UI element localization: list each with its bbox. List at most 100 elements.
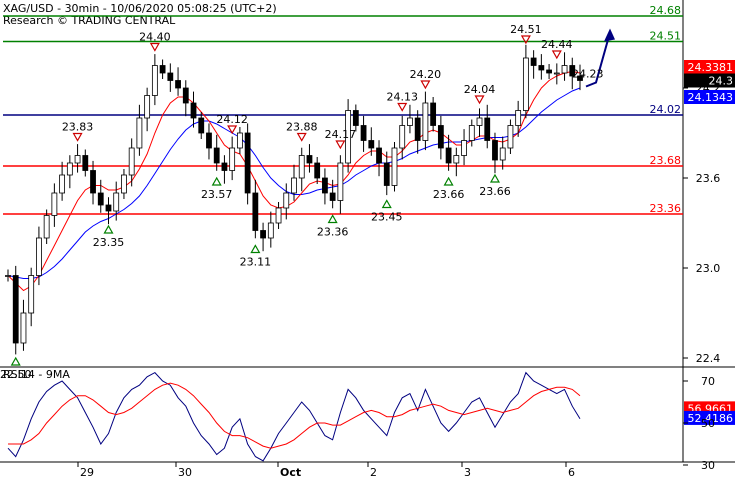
candle-body	[82, 155, 89, 171]
candle-body	[368, 140, 375, 149]
candle-body	[198, 117, 205, 134]
candle-body	[391, 147, 398, 186]
rsi-panel	[0, 368, 683, 460]
value-tag-text: 24.1343	[688, 91, 734, 104]
candle-body	[175, 80, 181, 89]
candle-body	[12, 275, 19, 344]
peak-label: 23.83	[62, 121, 94, 134]
candle-body	[468, 125, 475, 141]
candle-body	[236, 132, 243, 149]
date-label: 29	[80, 466, 94, 479]
candle-body	[561, 65, 568, 74]
candle-body	[59, 174, 66, 194]
trough-label: 22.50	[0, 368, 31, 381]
candle-body	[159, 65, 166, 74]
candle-body	[128, 147, 135, 176]
candle-body	[113, 192, 120, 212]
level-label-24.51: 24.51	[650, 30, 682, 43]
candle-body	[182, 87, 189, 104]
candle-body	[275, 207, 282, 224]
trough-label: 23.36	[317, 226, 349, 239]
candle-body	[206, 132, 212, 149]
candle-body	[144, 95, 151, 119]
trough-label: 23.45	[371, 211, 403, 224]
date-label: 3	[464, 466, 471, 479]
candle-body	[298, 155, 305, 179]
trough-label: 23.57	[201, 188, 233, 201]
peak-label: 24.20	[410, 68, 442, 81]
candle-body	[553, 72, 560, 75]
candle-body	[213, 147, 220, 164]
peak-label: 24.17	[325, 128, 357, 141]
candle-body	[283, 192, 290, 209]
price-axis: 22.423.023.624.2	[683, 82, 720, 365]
candle-body	[151, 65, 158, 96]
candle-body	[383, 162, 390, 186]
candle-body	[530, 57, 537, 66]
price-tick-label: 22.4	[696, 352, 721, 365]
peak-label: 24.51	[510, 23, 542, 36]
candle-body	[51, 192, 58, 216]
candle-body	[260, 230, 266, 239]
candle-body	[121, 174, 127, 194]
candle-body	[244, 132, 251, 194]
level-label-23.68: 23.68	[650, 154, 682, 167]
date-axis: 29 30 Oct 2 3 6	[77, 462, 575, 479]
candle-body	[43, 215, 50, 239]
candle-body	[476, 117, 483, 126]
date-label: 2	[370, 466, 377, 479]
candle-body	[337, 162, 344, 201]
candle-body	[229, 147, 236, 171]
candle-body	[515, 110, 522, 126]
candle-body	[20, 312, 27, 344]
price-tick-label: 23.6	[696, 172, 721, 185]
candle-body	[221, 162, 228, 171]
candle-body	[499, 147, 506, 161]
candle-body	[461, 140, 467, 156]
candle-body	[507, 125, 514, 149]
candle-body	[74, 155, 81, 164]
level-label-23.36: 23.36	[650, 202, 682, 215]
level-label-24.68: 24.68	[650, 4, 682, 17]
candle-body	[484, 117, 491, 141]
candle-body	[36, 237, 42, 276]
candle-body	[546, 69, 552, 74]
value-tags: 24.338124.324.134356.966152.4186	[684, 60, 735, 425]
candle-body	[522, 57, 529, 111]
rsi-tick-label: 50	[701, 417, 715, 430]
candle-body	[306, 155, 313, 164]
rsi-tick-label: 70	[701, 375, 715, 388]
candle-body	[360, 125, 367, 141]
chart-area: XAG/USD - 30min - 10/06/2020 05:08:25 (U…	[0, 0, 735, 479]
candle-body	[329, 192, 336, 201]
candle-body	[407, 117, 413, 126]
candle-body	[314, 162, 321, 179]
candle-body	[97, 192, 104, 206]
candle-body	[422, 102, 429, 141]
date-label: 30	[178, 466, 192, 479]
candle-body	[291, 177, 297, 194]
candle-body	[190, 102, 197, 119]
candle-body	[90, 170, 96, 194]
trough-label: 23.66	[479, 185, 511, 198]
value-tag-text: 24.3	[709, 75, 734, 88]
peak-label: 24.04	[464, 83, 496, 96]
candle-body	[414, 117, 421, 141]
peak-label: 24.40	[139, 31, 171, 44]
candle-body	[167, 72, 174, 81]
peak-label: 24.13	[386, 91, 418, 104]
peak-label: 23.88	[286, 121, 318, 134]
peak-label: 24.44	[541, 38, 573, 51]
candle-body	[66, 162, 73, 176]
candle-body	[352, 110, 359, 126]
candle-body	[453, 155, 460, 164]
candle-body	[430, 102, 437, 126]
price-tick-label: 23.0	[696, 262, 721, 275]
candle-body	[437, 125, 444, 149]
projection-label: 24.23	[572, 68, 604, 81]
candle-body	[105, 204, 112, 212]
candle-body	[322, 177, 328, 194]
value-tag-text: 24.3381	[688, 61, 734, 74]
date-label: 6	[568, 466, 575, 479]
level-label-24.02: 24.02	[650, 103, 682, 116]
